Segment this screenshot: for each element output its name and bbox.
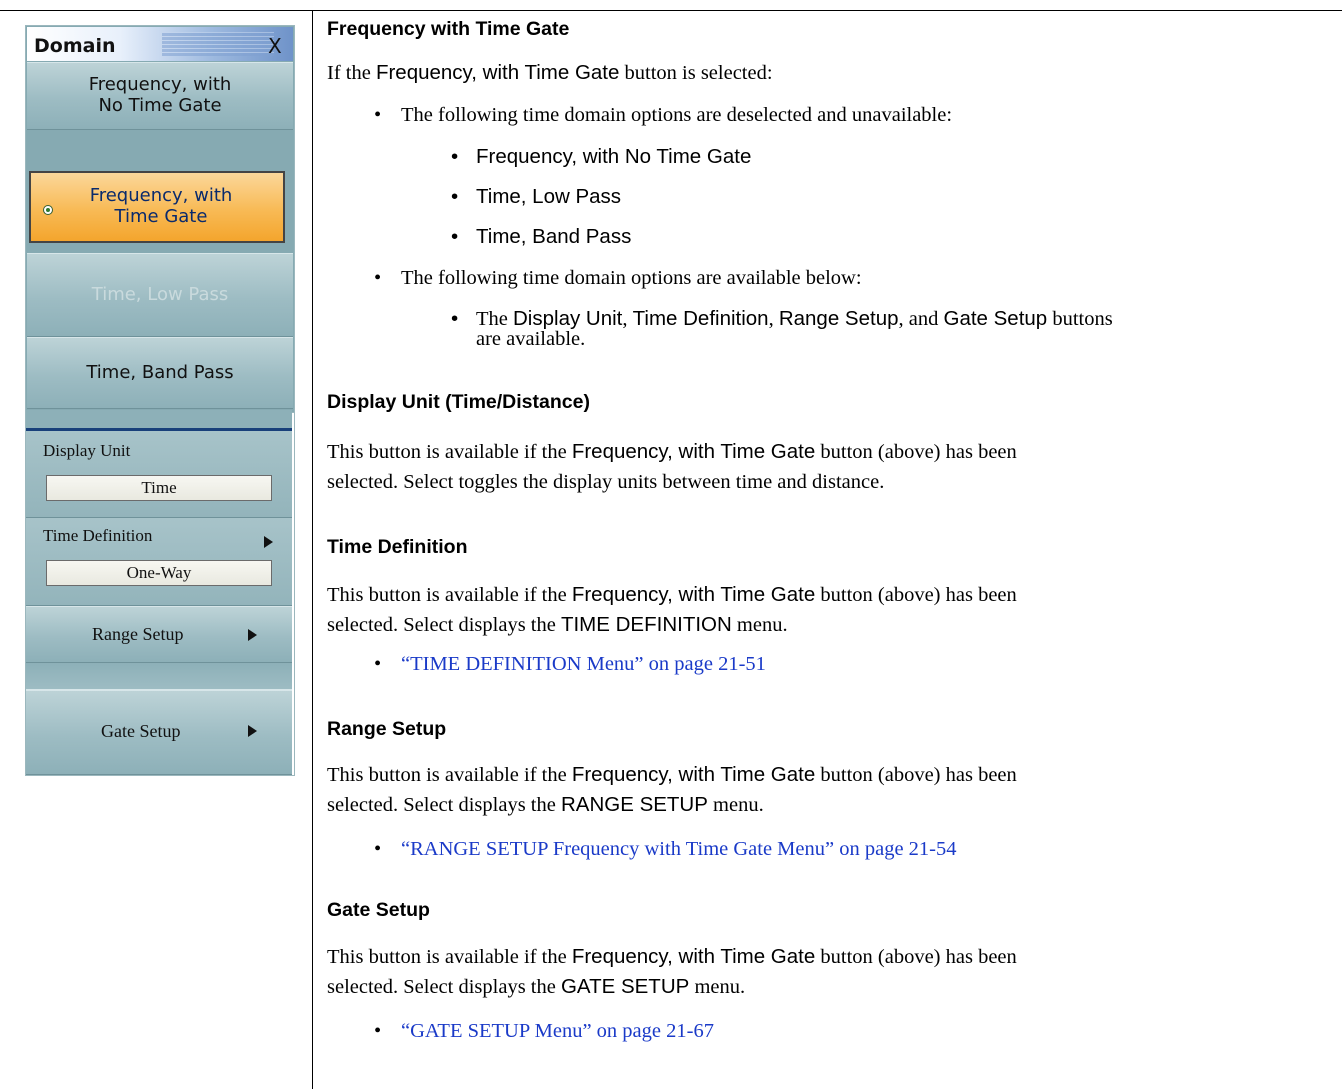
frequency-no-time-gate-button[interactable]: Frequency, with No Time Gate [27, 62, 293, 130]
paragraph-display-unit: This button is available if the Frequenc… [327, 440, 1017, 493]
button-label: Gate Setup [101, 721, 181, 741]
button-spacer [26, 663, 292, 690]
intro-paragraph: If the Frequency, with Time Gate button … [327, 61, 773, 84]
gate-setup-menu-link[interactable]: “GATE SETUP Menu” on page 21-67 [401, 1017, 714, 1045]
title-bar-texture [162, 32, 274, 56]
panel-filler [26, 410, 292, 428]
section-heading-gate-setup: Gate Setup [327, 899, 430, 921]
button-label: Range Setup [92, 624, 184, 644]
button-reference: Frequency, with Time Gate [375, 61, 620, 84]
column-divider [312, 10, 313, 1089]
domain-menu-panel: Domain X Frequency, with No Time Gate Fr… [25, 25, 295, 410]
menu-title-bar: Domain X [27, 27, 293, 61]
range-setup-button[interactable]: Range Setup [26, 606, 292, 663]
button-gap [27, 130, 293, 168]
button-label-line2: No Time Gate [98, 95, 222, 116]
paragraph-time-definition: This button is available if the Frequenc… [327, 583, 1017, 636]
gate-setup-button[interactable]: Gate Setup [26, 690, 292, 775]
submenu-arrow-icon [264, 536, 273, 548]
paragraph-range-setup: This button is available if the Frequenc… [327, 763, 1017, 816]
time-definition-value: One-Way [46, 560, 272, 586]
button-label: Time, Band Pass [86, 361, 234, 383]
section-heading-frequency-time-gate: Frequency with Time Gate [327, 18, 570, 40]
close-icon[interactable]: X [268, 34, 282, 58]
time-low-pass-button: Time, Low Pass [27, 253, 293, 337]
section-heading-display-unit: Display Unit (Time/Distance) [327, 391, 590, 413]
submenu-arrow-icon [248, 725, 257, 737]
time-band-pass-button[interactable]: Time, Band Pass [27, 337, 293, 409]
button-label: Time, Low Pass [91, 283, 229, 305]
paragraph-gate-setup: This button is available if the Frequenc… [327, 945, 1017, 998]
submenu-arrow-icon [248, 629, 257, 641]
display-unit-value: Time [46, 475, 272, 501]
menu-title: Domain [34, 35, 116, 57]
top-rule [0, 10, 1342, 11]
display-unit-label: Display Unit [43, 441, 131, 460]
time-definition-menu-link[interactable]: “TIME DEFINITION Menu” on page 21-51 [401, 650, 766, 678]
section-heading-time-definition: Time Definition [327, 536, 468, 558]
button-label-line2: Time Gate [114, 206, 208, 227]
frequency-with-time-gate-button[interactable]: Frequency, with Time Gate [29, 171, 285, 243]
display-unit-button[interactable]: Display Unit Time [26, 431, 292, 518]
time-definition-button[interactable]: Time Definition One-Way [26, 518, 292, 606]
button-label-line1: Frequency, with [89, 185, 233, 207]
radio-selected-icon [43, 205, 53, 215]
range-setup-menu-link[interactable]: “RANGE SETUP Frequency with Time Gate Me… [401, 835, 957, 863]
time-definition-label: Time Definition [43, 526, 153, 545]
button-label-line1: Frequency, with [88, 74, 232, 96]
section-heading-range-setup: Range Setup [327, 718, 447, 740]
